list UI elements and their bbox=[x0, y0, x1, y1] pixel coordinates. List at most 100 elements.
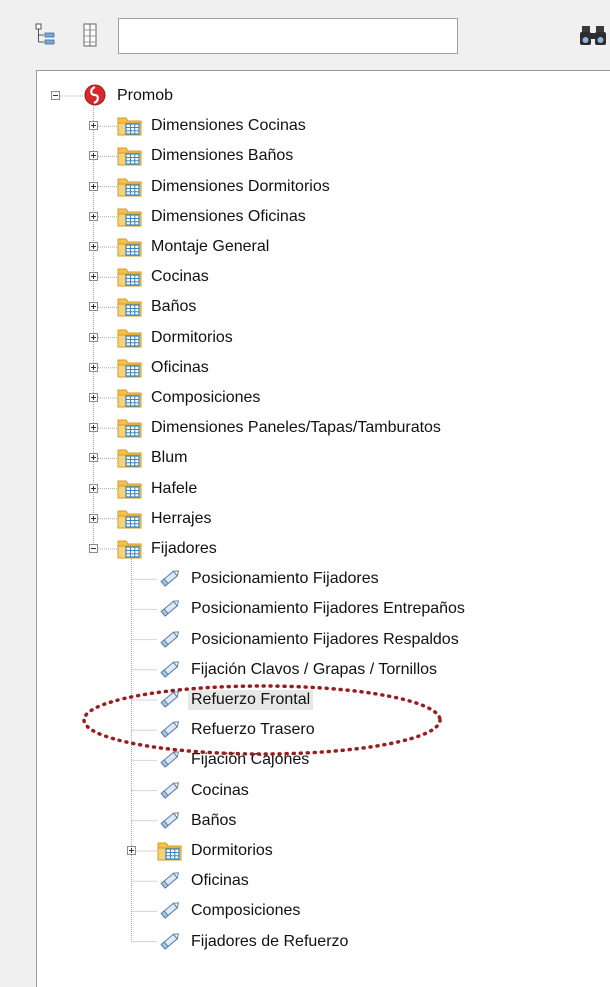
tree-node-category[interactable]: Dimensiones Paneles/Tapas/Tamburatos bbox=[37, 413, 597, 443]
pencil-icon bbox=[157, 596, 183, 625]
expand-icon[interactable] bbox=[89, 513, 98, 523]
tree-node-category[interactable]: Dimensiones Oficinas bbox=[37, 202, 597, 232]
tree-node-label: Refuerzo Trasero bbox=[191, 721, 315, 739]
tree-node-label: Cocinas bbox=[151, 268, 209, 286]
collapse-icon[interactable] bbox=[51, 91, 60, 100]
tree-node-label: Baños bbox=[151, 298, 197, 316]
tree-node-category[interactable]: Baños bbox=[37, 292, 597, 322]
tree-node-label: Dormitorios bbox=[191, 842, 273, 859]
tree-node-item[interactable]: Refuerzo Frontal bbox=[37, 685, 597, 715]
expand-icon[interactable] bbox=[89, 423, 98, 433]
tree-node-label: Posicionamiento Fijadores bbox=[191, 570, 379, 588]
tree-node-category[interactable]: Dimensiones Dormitorios bbox=[37, 172, 597, 202]
tree-node-category[interactable]: Cocinas bbox=[37, 262, 597, 292]
tree-node-item[interactable]: Baños bbox=[37, 806, 597, 836]
tree-node-item[interactable]: Fijadores de Refuerzo bbox=[37, 927, 597, 957]
tree-node-item[interactable]: Posicionamiento Fijadores bbox=[37, 564, 597, 594]
tree-node-item[interactable]: Posicionamiento Fijadores Respaldos bbox=[37, 625, 597, 655]
pencil-icon bbox=[157, 929, 183, 958]
folder-grid-icon bbox=[117, 174, 143, 203]
folder-grid-icon bbox=[117, 294, 143, 323]
tree-view-icon[interactable] bbox=[34, 22, 58, 48]
tree-node-label: Promob bbox=[117, 87, 174, 104]
tree-node-label: Montaje General bbox=[151, 238, 270, 255]
folder-grid-icon bbox=[117, 113, 143, 142]
tree-node-label: Composiciones bbox=[191, 902, 301, 920]
pencil-icon bbox=[157, 566, 183, 595]
expand-icon[interactable] bbox=[89, 302, 98, 312]
pencil-icon bbox=[157, 627, 183, 656]
tree-node-category[interactable]: Herrajes bbox=[37, 504, 597, 534]
pencil-icon bbox=[157, 717, 183, 746]
tree-node-item[interactable]: Refuerzo Trasero bbox=[37, 715, 597, 745]
tree-node-label: Herrajes bbox=[151, 509, 212, 527]
tree-node-label: Dimensiones Dormitorios bbox=[151, 177, 330, 195]
expand-icon[interactable] bbox=[89, 453, 98, 463]
tree-node-category[interactable]: Blum bbox=[37, 443, 597, 473]
folder-grid-icon bbox=[157, 838, 183, 867]
tree-node-category[interactable]: Dimensiones Baños bbox=[37, 141, 597, 171]
tree-node-label: Dimensiones Baños bbox=[151, 147, 294, 165]
tree-node-label: Dormitorios bbox=[151, 328, 233, 346]
expand-icon[interactable] bbox=[89, 483, 98, 493]
tree-node-label: Oficinas bbox=[151, 358, 209, 376]
tree-node-category[interactable]: Composiciones bbox=[37, 383, 597, 413]
folder-grid-icon bbox=[117, 445, 143, 474]
expand-icon[interactable] bbox=[89, 211, 98, 221]
tree-node-root[interactable]: Promob bbox=[37, 81, 597, 111]
tree-node-label: Dimensiones Oficinas bbox=[151, 207, 306, 225]
tree-node-label: Fijación Clavos / Grapas / Tornillos bbox=[191, 660, 438, 678]
tree-node-category[interactable]: Montaje General bbox=[37, 232, 597, 262]
expand-icon[interactable] bbox=[89, 362, 98, 372]
expand-icon[interactable] bbox=[89, 242, 98, 251]
pencil-icon bbox=[157, 687, 183, 716]
expand-icon[interactable] bbox=[89, 272, 98, 282]
pencil-icon bbox=[157, 778, 183, 807]
folder-grid-icon bbox=[117, 234, 143, 263]
expand-icon[interactable] bbox=[89, 332, 98, 342]
expand-icon[interactable] bbox=[89, 121, 98, 131]
pencil-icon bbox=[157, 657, 183, 686]
tree-node-folder[interactable]: Dormitorios bbox=[37, 836, 597, 866]
tree-node-label: Blum bbox=[151, 449, 188, 467]
folder-grid-icon bbox=[117, 385, 143, 414]
tree-node-item[interactable]: Oficinas bbox=[37, 866, 597, 896]
tree-node-category[interactable]: Oficinas bbox=[37, 353, 597, 383]
tree-node-category[interactable]: Dormitorios bbox=[37, 323, 597, 353]
collapse-icon[interactable] bbox=[89, 544, 98, 553]
tree-node-category[interactable]: Fijadores bbox=[37, 534, 597, 564]
tree-node-item[interactable]: Cocinas bbox=[37, 776, 597, 806]
folder-grid-icon bbox=[117, 415, 143, 444]
expand-icon[interactable] bbox=[89, 393, 98, 402]
pencil-icon bbox=[157, 868, 183, 897]
folder-grid-icon bbox=[117, 355, 143, 384]
folder-grid-icon bbox=[117, 143, 143, 172]
folder-grid-icon bbox=[117, 204, 143, 233]
search-input[interactable] bbox=[118, 18, 458, 54]
pencil-icon bbox=[157, 808, 183, 837]
tree-node-label: Fijación Cajones bbox=[191, 751, 310, 769]
tree-node-label: Composiciones bbox=[151, 389, 261, 406]
tree-node-label: Posicionamiento Fijadores Entrepaños bbox=[191, 600, 465, 618]
toolbar bbox=[0, 0, 610, 70]
tree-node-item[interactable]: Composiciones bbox=[37, 896, 597, 926]
expand-icon[interactable] bbox=[89, 151, 98, 161]
promob-logo-icon bbox=[83, 83, 107, 112]
tree-node-label: Posicionamiento Fijadores Respaldos bbox=[191, 630, 459, 648]
tree-node-label: Baños bbox=[191, 811, 237, 829]
folder-grid-icon bbox=[117, 325, 143, 354]
tree-node-item[interactable]: Fijación Clavos / Grapas / Tornillos bbox=[37, 655, 597, 685]
pencil-icon bbox=[157, 898, 183, 927]
binoculars-icon[interactable] bbox=[578, 20, 608, 50]
tree-node-label: Cocinas bbox=[191, 781, 249, 799]
tree-node-item[interactable]: Posicionamiento Fijadores Entrepaños bbox=[37, 594, 597, 624]
tree-node-category[interactable]: Hafele bbox=[37, 474, 597, 504]
column-view-icon[interactable] bbox=[78, 22, 102, 48]
tree-node-item[interactable]: Fijación Cajones bbox=[37, 745, 597, 775]
folder-grid-icon bbox=[117, 264, 143, 293]
expand-icon[interactable] bbox=[127, 846, 136, 855]
tree-node-label: Dimensiones Paneles/Tapas/Tamburatos bbox=[151, 419, 441, 437]
expand-icon[interactable] bbox=[89, 181, 98, 191]
tree-node-label: Refuerzo Frontal bbox=[188, 690, 314, 710]
tree-node-category[interactable]: Dimensiones Cocinas bbox=[37, 111, 597, 141]
